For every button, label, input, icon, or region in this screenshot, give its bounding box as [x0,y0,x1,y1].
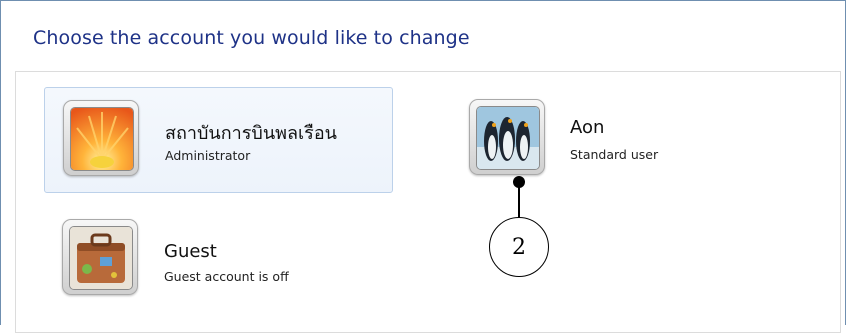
account-tile-guest[interactable]: Guest Guest account is off [44,207,393,313]
account-picture [63,100,139,176]
account-role: Guest account is off [164,269,289,284]
account-name: Aon [570,117,605,138]
page-title: Choose the account you would like to cha… [33,27,470,49]
flower-icon [70,107,134,171]
penguins-icon [476,106,540,170]
callout-number-badge: 2 [489,217,549,277]
control-panel-window: Choose the account you would like to cha… [0,0,846,333]
callout-leader-line [518,187,520,219]
account-tile-administrator[interactable]: สถาบันการบินพลเรือน Administrator [44,87,393,193]
account-name: สถาบันการบินพลเรือน [165,123,337,144]
account-picture [62,219,138,295]
suitcase-icon [69,226,133,290]
account-picture [469,99,545,175]
account-role: Standard user [570,147,659,162]
account-name: Guest [164,241,217,262]
account-tile-aon[interactable]: Aon Standard user [451,87,800,193]
account-role: Administrator [165,148,251,163]
